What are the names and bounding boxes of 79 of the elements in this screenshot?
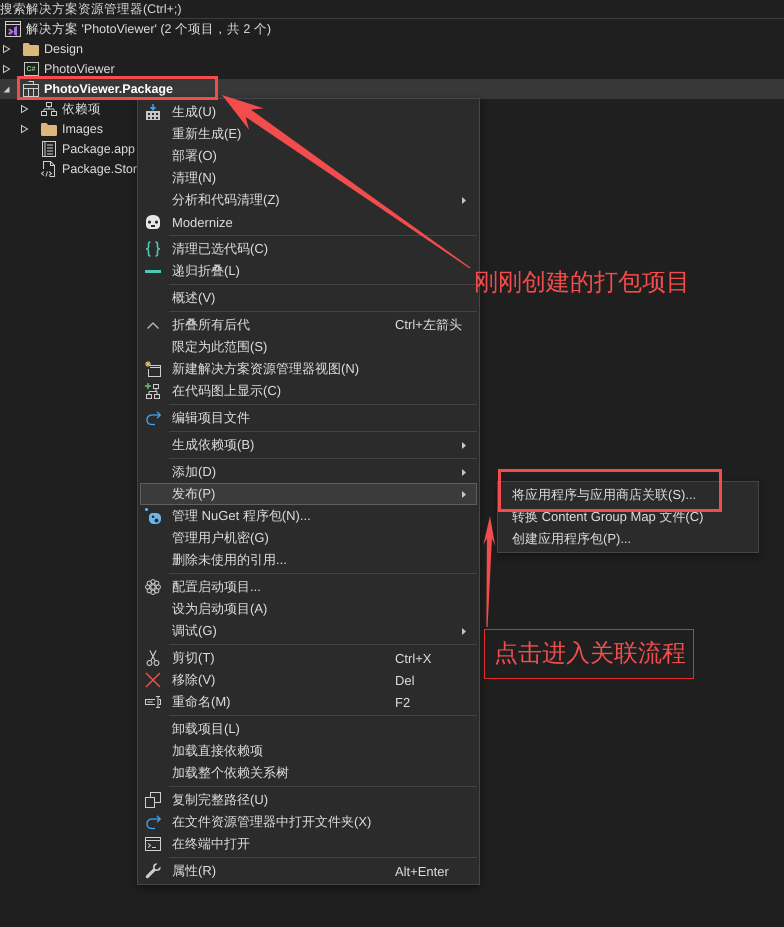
gear-icon: [145, 579, 161, 595]
menu-item[interactable]: 管理 NuGet 程序包(N)...: [140, 505, 477, 527]
curved-arrow-icon: [146, 411, 160, 425]
tree-item[interactable]: 解决方案 'PhotoViewer' (2 个项目，共 2 个): [0, 19, 272, 39]
menu-item[interactable]: 清理(N): [140, 167, 477, 189]
menu-item[interactable]: 在代码图上显示(C): [140, 380, 477, 402]
menu-item[interactable]: 清理已选代码(C): [140, 238, 477, 260]
menu-item[interactable]: 限定为此范围(S): [140, 336, 477, 358]
sparkle-window-icon: [145, 361, 161, 377]
node-graph-icon: [41, 102, 57, 116]
annotation-text: 刚刚创建的打包项目: [474, 268, 690, 298]
folder-icon: [41, 122, 57, 136]
menu-item[interactable]: 设为启动项目(A): [140, 598, 477, 620]
menu-item[interactable]: 添加(D): [140, 461, 477, 483]
document-lines-icon: [41, 141, 57, 157]
menu-item[interactable]: 生成依赖项(B): [140, 434, 477, 456]
window-logo-icon: [5, 21, 21, 37]
folder-icon: [23, 42, 39, 56]
triangle-icon[interactable]: [3, 65, 10, 73]
hierarchy-plus-icon: [145, 383, 161, 399]
wrench-icon: [145, 863, 161, 879]
menu-item[interactable]: 调试(G): [140, 620, 477, 642]
shortcut-text: Alt+Enter: [395, 864, 449, 878]
menu-item[interactable]: 递归折叠(L): [140, 260, 477, 282]
tray-arrow-icon: [145, 104, 161, 120]
menu-item[interactable]: 在终端中打开: [140, 833, 477, 855]
menu-item[interactable]: 在文件资源管理器中打开文件夹(X): [140, 811, 477, 833]
menu-item[interactable]: 管理用户机密(G): [140, 527, 477, 549]
copy-icon: [145, 792, 161, 808]
terminal-icon: [145, 837, 161, 851]
triangle-icon[interactable]: [3, 85, 10, 93]
menu-item[interactable]: 将应用程序与应用商店关联(S)...: [500, 484, 756, 506]
menu-item[interactable]: 部署(O): [140, 145, 477, 167]
menu-item[interactable]: 属性(R) Alt+Enter: [140, 860, 477, 882]
shortcut-text: Ctrl+左箭头: [395, 317, 462, 332]
chevron-up-icon: [147, 322, 159, 328]
menu-item[interactable]: 删除未使用的引用...: [140, 549, 477, 571]
callout-box: 点击进入关联流程: [484, 629, 694, 679]
menu-item[interactable]: 创建应用程序包(P)...: [500, 528, 756, 550]
tree-item[interactable]: Package.app: [0, 139, 135, 159]
tree-item[interactable]: Images: [0, 119, 103, 139]
dash-icon: [145, 270, 161, 272]
menu-item[interactable]: 配置启动项目...: [140, 576, 477, 598]
braces-icon: [145, 241, 161, 257]
tree-item[interactable]: Package.Stor: [0, 159, 138, 179]
text-cursor-icon: [145, 696, 161, 708]
robot-icon: [145, 214, 161, 230]
tree-item[interactable]: Design: [0, 39, 83, 59]
tree-item[interactable]: PhotoViewer.Package: [0, 79, 784, 99]
curved-arrow-icon: [146, 815, 160, 829]
menu-item[interactable]: 加载整个依赖关系树: [140, 762, 477, 784]
menu-item[interactable]: 重新生成(E): [140, 123, 477, 145]
menu-item[interactable]: 卸载项目(L): [140, 718, 477, 740]
menu-item[interactable]: Modernize: [140, 211, 477, 233]
menu-item[interactable]: 发布(P): [140, 483, 477, 505]
shortcut-text: Del: [395, 672, 415, 688]
menu-item[interactable]: 重命名(M) F2: [140, 691, 477, 713]
triangle-icon[interactable]: [21, 105, 28, 113]
menu-item[interactable]: 生成(U): [140, 101, 477, 123]
menu-item[interactable]: 新建解决方案资源管理器视图(N): [140, 358, 477, 380]
dots-icon: [145, 508, 161, 524]
menu-item[interactable]: 剪切(T) Ctrl+X: [140, 647, 477, 669]
menu-item[interactable]: 分析和代码清理(Z): [140, 189, 477, 211]
shortcut-text: F2: [395, 694, 410, 710]
triangle-icon[interactable]: [3, 45, 10, 53]
search-field[interactable]: 搜索解决方案资源管理器(Ctrl+;): [0, 0, 784, 19]
menu-item[interactable]: 加载直接依赖项: [140, 740, 477, 762]
cross-icon: [145, 672, 161, 688]
menu-item[interactable]: 编辑项目文件: [140, 407, 477, 429]
box-grid-icon: [23, 81, 39, 97]
menu-item[interactable]: 复制完整路径(U): [140, 789, 477, 811]
code-file-icon: [41, 161, 57, 177]
tree-item[interactable]: 依赖项: [0, 99, 101, 119]
triangle-icon[interactable]: [21, 125, 28, 133]
menu-item[interactable]: 折叠所有后代 Ctrl+左箭头: [140, 314, 477, 336]
menu-item[interactable]: 移除(V) Del: [140, 669, 477, 691]
shortcut-text: Ctrl+X: [395, 650, 432, 666]
scissors-icon: [145, 650, 161, 666]
menu-item[interactable]: 概述(V): [140, 287, 477, 309]
